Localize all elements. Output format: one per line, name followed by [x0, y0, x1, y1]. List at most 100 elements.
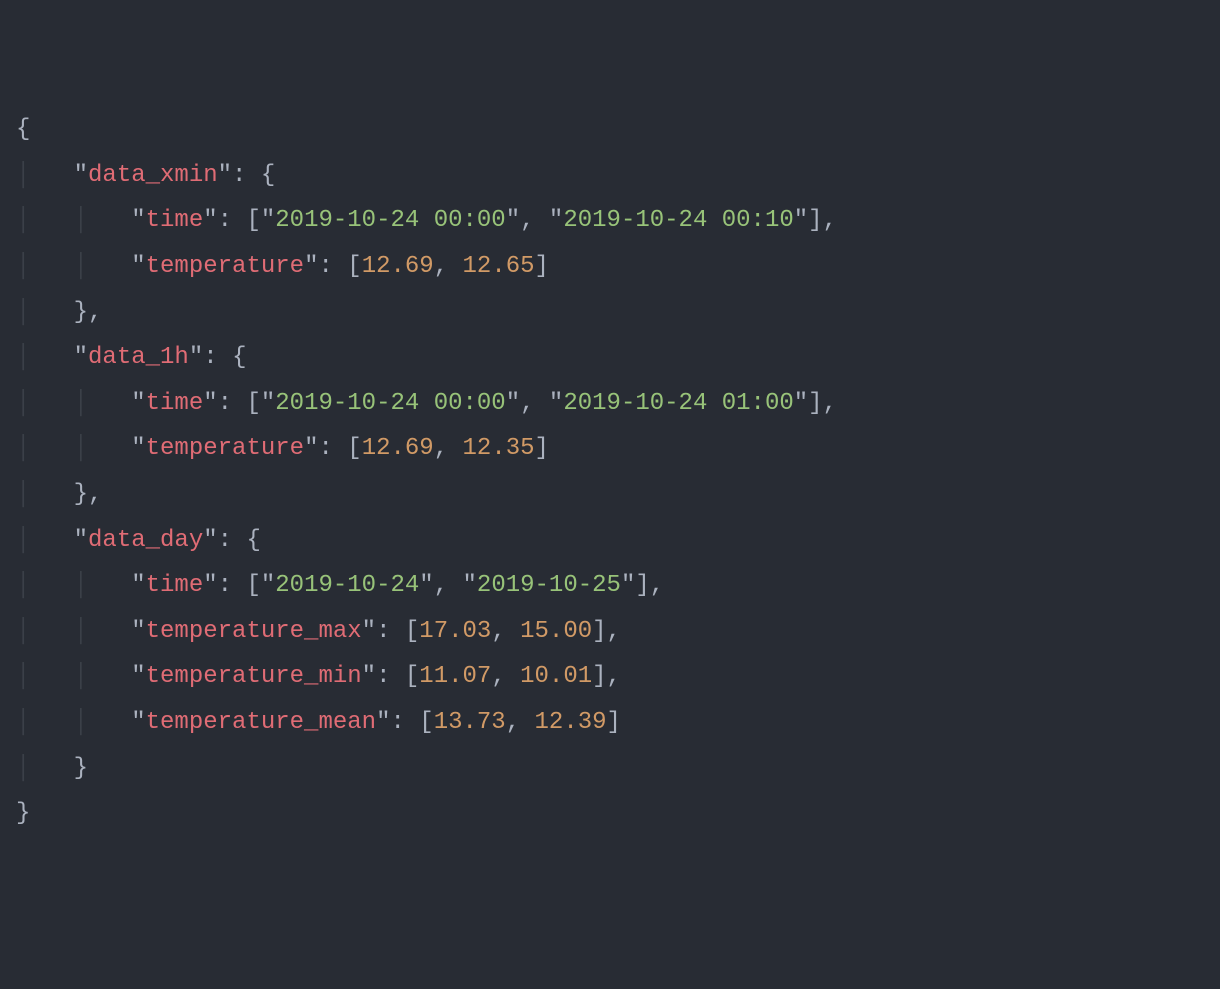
comma: ,	[823, 390, 837, 417]
colon: :	[390, 709, 419, 736]
bracket-close: ]	[808, 390, 822, 417]
indent-guide: │	[16, 481, 74, 508]
colon: :	[232, 162, 261, 189]
brace-close: }	[74, 755, 88, 782]
indent-guide: │	[16, 755, 74, 782]
brace-open: {	[16, 116, 30, 143]
bracket-close: ]	[535, 253, 549, 280]
key-data-day: data_day	[88, 527, 203, 554]
quote: "	[261, 572, 275, 599]
brace-close: }	[74, 481, 88, 508]
comma: ,	[520, 207, 549, 234]
colon: :	[203, 344, 232, 371]
colon: :	[218, 527, 247, 554]
quote: "	[261, 207, 275, 234]
quote: "	[189, 344, 203, 371]
quote: "	[74, 527, 88, 554]
number-value: 11.07	[419, 663, 491, 690]
indent-guide: │ │	[16, 709, 131, 736]
comma: ,	[491, 663, 520, 690]
comma: ,	[88, 481, 102, 508]
quote: "	[203, 572, 217, 599]
quote: "	[463, 572, 477, 599]
code-block: { │ "data_xmin": { │ │ "time": ["2019-10…	[16, 107, 1220, 837]
quote: "	[203, 527, 217, 554]
number-value: 17.03	[419, 618, 491, 645]
colon: :	[318, 435, 347, 462]
comma: ,	[434, 435, 463, 462]
indent-guide: │ │	[16, 253, 131, 280]
quote: "	[362, 618, 376, 645]
key-temperature: temperature	[146, 253, 304, 280]
bracket-open: [	[347, 253, 361, 280]
quote: "	[74, 344, 88, 371]
string-value: 2019-10-24 00:00	[275, 390, 505, 417]
comma: ,	[823, 207, 837, 234]
number-value: 12.65	[463, 253, 535, 280]
comma: ,	[491, 618, 520, 645]
bracket-close: ]	[607, 709, 621, 736]
quote: "	[304, 435, 318, 462]
key-temperature-mean: temperature_mean	[146, 709, 376, 736]
string-value: 2019-10-25	[477, 572, 621, 599]
string-value: 2019-10-24 00:10	[563, 207, 793, 234]
bracket-close: ]	[592, 618, 606, 645]
quote: "	[74, 162, 88, 189]
bracket-close: ]	[535, 435, 549, 462]
quote: "	[549, 207, 563, 234]
quote: "	[794, 390, 808, 417]
comma: ,	[607, 618, 621, 645]
bracket-open: [	[246, 207, 260, 234]
colon: :	[218, 390, 247, 417]
indent-guide: │ │	[16, 435, 131, 462]
brace-close: }	[16, 800, 30, 827]
indent-guide: │ │	[16, 618, 131, 645]
quote: "	[419, 572, 433, 599]
quote: "	[203, 207, 217, 234]
quote: "	[131, 435, 145, 462]
key-temperature-min: temperature_min	[146, 663, 362, 690]
colon: :	[376, 663, 405, 690]
colon: :	[218, 207, 247, 234]
key-data-xmin: data_xmin	[88, 162, 218, 189]
indent-guide: │ │	[16, 572, 131, 599]
number-value: 12.39	[535, 709, 607, 736]
indent-guide: │ │	[16, 663, 131, 690]
quote: "	[131, 390, 145, 417]
indent-guide: │ │	[16, 390, 131, 417]
comma: ,	[88, 299, 102, 326]
quote: "	[203, 390, 217, 417]
comma: ,	[434, 253, 463, 280]
bracket-close: ]	[592, 663, 606, 690]
quote: "	[261, 390, 275, 417]
bracket-open: [	[347, 435, 361, 462]
comma: ,	[607, 663, 621, 690]
string-value: 2019-10-24	[275, 572, 419, 599]
quote: "	[549, 390, 563, 417]
brace-open: {	[261, 162, 275, 189]
comma: ,	[434, 572, 463, 599]
quote: "	[131, 572, 145, 599]
key-time: time	[146, 390, 204, 417]
key-temperature: temperature	[146, 435, 304, 462]
bracket-close: ]	[808, 207, 822, 234]
quote: "	[131, 207, 145, 234]
colon: :	[218, 572, 247, 599]
key-temperature-max: temperature_max	[146, 618, 362, 645]
bracket-open: [	[405, 618, 419, 645]
brace-open: {	[246, 527, 260, 554]
indent-guide: │	[16, 344, 74, 371]
quote: "	[304, 253, 318, 280]
number-value: 12.69	[362, 435, 434, 462]
brace-close: }	[74, 299, 88, 326]
quote: "	[131, 253, 145, 280]
indent-guide: │	[16, 162, 74, 189]
quote: "	[794, 207, 808, 234]
quote: "	[376, 709, 390, 736]
string-value: 2019-10-24 01:00	[563, 390, 793, 417]
number-value: 10.01	[520, 663, 592, 690]
quote: "	[506, 207, 520, 234]
indent-guide: │	[16, 527, 74, 554]
bracket-open: [	[405, 663, 419, 690]
quote: "	[131, 618, 145, 645]
